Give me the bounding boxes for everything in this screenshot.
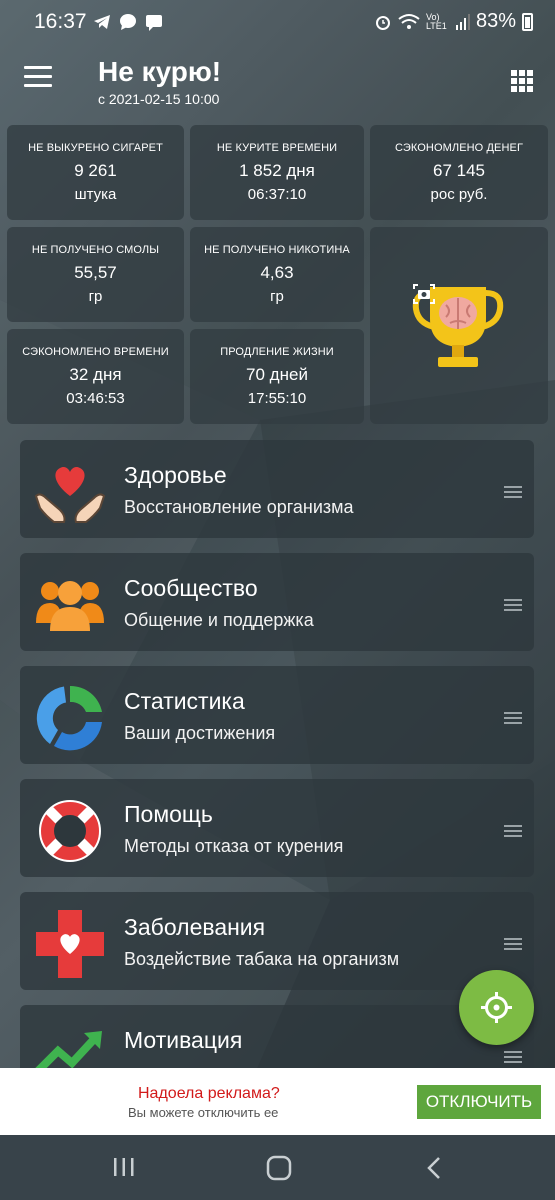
stat-value: 32 дня: [69, 365, 122, 384]
menu-item-statistics[interactable]: Статистика Ваши достижения: [20, 666, 534, 764]
stat-unit: 03:46:53: [66, 390, 125, 407]
stat-tile-nicotine[interactable]: НЕ ПОЛУЧЕНО НИКОТИНА 4,63 гр: [190, 227, 364, 322]
menu-item-subtitle: Воздействие табака на организм: [124, 949, 400, 969]
signal-icon: [455, 13, 470, 30]
medical-cross-icon: [36, 910, 104, 978]
stat-label: СЭКОНОМЛЕНО ДЕНЕГ: [394, 142, 524, 154]
stat-tile-tar[interactable]: НЕ ПОЛУЧЕНО СМОЛЫ 55,57 гр: [7, 227, 184, 322]
stats-ring-icon: [36, 685, 102, 751]
menu-item-community[interactable]: Сообщество Общение и поддержка: [20, 553, 534, 651]
system-icons: Vo) LTE1 83%: [374, 10, 533, 33]
stat-tile-time[interactable]: НЕ КУРИТЕ ВРЕМЕНИ 1 852 дня 06:37:10: [190, 125, 364, 220]
back-icon[interactable]: [424, 1155, 444, 1181]
wifi-icon: [398, 13, 420, 29]
menu-item-health[interactable]: Здоровье Восстановление организма: [20, 440, 534, 538]
stat-unit: гр: [88, 288, 103, 305]
stat-value: 4,63: [260, 263, 294, 282]
drag-handle-icon[interactable]: [504, 712, 522, 724]
disable-ads-button[interactable]: ОТКЛЮЧИТЬ: [417, 1085, 541, 1119]
telegram-icon: [94, 15, 110, 29]
stat-label: НЕ ВЫКУРЕНО СИГАРЕТ: [28, 142, 163, 154]
stat-unit: 17:55:10: [247, 390, 307, 407]
stat-value: 70 дней: [246, 365, 308, 384]
stat-unit: штука: [74, 186, 117, 203]
notification-icons: [92, 12, 164, 32]
menu-item-subtitle: Восстановление организма: [124, 497, 354, 517]
menu-item-help[interactable]: Помощь Методы отказа от курения: [20, 779, 534, 877]
menu-item-title: Здоровье: [124, 462, 227, 488]
hamburger-menu-icon[interactable]: [24, 66, 52, 88]
menu-item-title: Помощь: [124, 801, 213, 827]
grid-menu-icon[interactable]: [511, 70, 533, 92]
crosshair-fab-button[interactable]: [459, 970, 534, 1045]
stat-label: НЕ ПОЛУЧЕНО НИКОТИНА: [204, 244, 350, 256]
stat-value: 67 145: [433, 161, 485, 180]
ad-subtitle: Вы можете отключить ее: [128, 1105, 279, 1120]
drag-handle-icon[interactable]: [504, 486, 522, 498]
drag-handle-icon[interactable]: [504, 825, 522, 837]
people-icon: [36, 581, 104, 631]
stat-unit: 06:37:10: [247, 186, 307, 203]
battery-icon: [522, 12, 533, 31]
network-label: Vo) LTE1: [425, 11, 447, 31]
drag-handle-icon[interactable]: [504, 1051, 522, 1063]
menu-item-subtitle: Общение и поддержка: [124, 610, 314, 630]
stat-label: СЭКОНОМЛЕНО ВРЕМЕНИ: [22, 346, 169, 358]
lifebuoy-icon: [39, 800, 101, 862]
menu-item-title: Мотивация: [124, 1027, 243, 1053]
app-title: Не курю!: [98, 56, 222, 87]
stat-label: НЕ ПОЛУЧЕНО СМОЛЫ: [31, 244, 160, 256]
ad-title: Надоела реклама?: [138, 1085, 280, 1102]
stat-value: 55,57: [74, 263, 117, 282]
recent-apps-icon[interactable]: [112, 1155, 136, 1179]
stat-tile-life-extension[interactable]: ПРОДЛЕНИЕ ЖИЗНИ 70 дней 17:55:10: [190, 329, 364, 424]
stat-value: 9 261: [74, 161, 117, 180]
stat-unit: рос руб.: [430, 186, 488, 203]
home-icon[interactable]: [266, 1155, 292, 1181]
achievement-tile[interactable]: [370, 227, 548, 424]
alarm-icon: [375, 15, 390, 30]
stat-tile-time-saved[interactable]: СЭКОНОМЛЕНО ВРЕМЕНИ 32 дня 03:46:53: [7, 329, 184, 424]
menu-item-subtitle: Методы отказа от курения: [124, 836, 344, 856]
menu-item-title: Сообщество: [124, 575, 258, 601]
menu-item-diseases[interactable]: Заболевания Воздействие табака на органи…: [20, 892, 534, 990]
stat-label: НЕ КУРИТЕ ВРЕМЕНИ: [216, 142, 338, 154]
stat-label: ПРОДЛЕНИЕ ЖИЗНИ: [220, 346, 334, 358]
drag-handle-icon[interactable]: [504, 599, 522, 611]
ad-banner: Надоела реклама? Вы можете отключить ее …: [0, 1068, 555, 1135]
camera-icon[interactable]: [412, 283, 436, 305]
menu-item-subtitle: Ваши достижения: [124, 723, 276, 743]
app-bar: Не курю! с 2021-02-15 10:00: [0, 44, 555, 116]
app-subtitle: с 2021-02-15 10:00: [98, 91, 220, 107]
menu-item-title: Заболевания: [124, 914, 266, 940]
crosshair-icon: [481, 992, 512, 1023]
status-time: 16:37: [34, 10, 87, 33]
heart-hands-icon: [34, 466, 106, 523]
stat-tile-money[interactable]: СЭКОНОМЛЕНО ДЕНЕГ 67 145 рос руб.: [370, 125, 548, 220]
system-navigation-bar: [0, 1135, 555, 1200]
stat-unit: гр: [270, 288, 284, 305]
drag-handle-icon[interactable]: [504, 938, 522, 950]
status-bar: 16:37 Vo) LTE1 83%: [0, 0, 555, 44]
stat-tile-cigarettes[interactable]: НЕ ВЫКУРЕНО СИГАРЕТ 9 261 штука: [7, 125, 184, 220]
stat-value: 1 852 дня: [239, 161, 315, 180]
menu-item-title: Статистика: [124, 688, 245, 714]
message-icon: [146, 15, 162, 31]
chat-bubble-icon: [120, 14, 136, 30]
battery-percent: 83%: [475, 10, 516, 32]
